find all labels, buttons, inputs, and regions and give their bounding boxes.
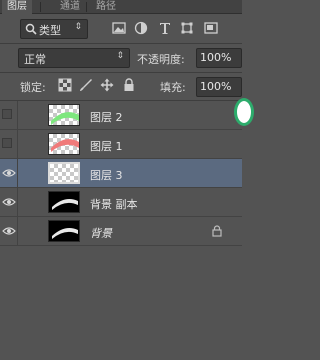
blend-mode-select[interactable]: 正常 ⇕ xyxy=(18,48,130,68)
row-divider xyxy=(0,72,242,73)
tab-channels[interactable]: 通道 xyxy=(56,0,84,14)
tab-divider xyxy=(40,2,41,12)
layer-lock-icon xyxy=(212,225,222,237)
fill-field[interactable]: 100% xyxy=(196,77,242,97)
floating-green-widget xyxy=(234,98,254,126)
layer-visibility-toggle[interactable] xyxy=(0,101,18,129)
smart-object-filter-icon[interactable] xyxy=(204,21,218,35)
visibility-off-box xyxy=(2,138,12,148)
eye-icon xyxy=(2,227,16,235)
layers-panel: 图层 通道 路径 类型 ⇕ 正常 ⇕ 不透明度: 100% 锁定: 填充: 10… xyxy=(0,0,254,360)
lock-label: 锁定: xyxy=(20,81,46,94)
lock-transparent-pixels-icon[interactable] xyxy=(58,78,72,92)
lock-position-icon[interactable] xyxy=(100,78,114,92)
eye-icon xyxy=(2,198,16,206)
layer-row[interactable]: 背景 副本 xyxy=(0,188,242,217)
image-filter-icon[interactable] xyxy=(112,21,126,35)
adjustment-filter-icon[interactable] xyxy=(134,21,148,35)
lock-image-pixels-icon[interactable] xyxy=(79,78,93,92)
layer-thumbnail xyxy=(48,133,80,155)
layer-thumbnail xyxy=(48,104,80,126)
layer-visibility-toggle[interactable] xyxy=(0,130,18,158)
blend-mode-value: 正常 xyxy=(24,53,46,66)
red-shape-thumbnail-art xyxy=(51,139,79,152)
layer-visibility-toggle[interactable] xyxy=(0,217,18,245)
layer-name: 图层 1 xyxy=(90,140,123,153)
lock-all-icon[interactable] xyxy=(122,78,136,92)
layer-thumbnail xyxy=(48,220,80,242)
layer-thumbnail xyxy=(48,191,80,213)
search-icon xyxy=(25,23,37,35)
chevron-updown-icon: ⇕ xyxy=(74,22,82,32)
visibility-off-box xyxy=(2,109,12,119)
eye-icon xyxy=(2,169,16,177)
layer-thumbnail xyxy=(48,162,80,184)
layer-name: 背景 副本 xyxy=(90,198,138,211)
tab-divider xyxy=(86,2,87,12)
layer-row-selected[interactable]: 图层 3 xyxy=(0,159,242,188)
panel-tab-bar: 图层 通道 路径 xyxy=(0,0,242,14)
layer-filter-kind-select[interactable]: 类型 ⇕ xyxy=(20,19,88,39)
white-shape-thumbnail-art xyxy=(52,199,78,210)
white-shape-thumbnail-art xyxy=(52,228,78,239)
tab-paths[interactable]: 路径 xyxy=(92,0,120,14)
layer-name: 图层 3 xyxy=(90,169,123,182)
type-filter-icon[interactable] xyxy=(158,21,172,35)
filter-kind-label: 类型 xyxy=(39,24,61,37)
layer-row[interactable]: 图层 2 xyxy=(0,101,242,130)
shape-filter-icon[interactable] xyxy=(180,21,194,35)
layers-list: 图层 2 图层 1 图层 3 背景 副本 背景 xyxy=(0,101,242,360)
layer-name: 背景 xyxy=(90,227,112,240)
layer-visibility-toggle[interactable] xyxy=(0,159,18,187)
chevron-updown-icon: ⇕ xyxy=(116,51,124,61)
layer-name: 图层 2 xyxy=(90,111,123,124)
layer-visibility-toggle[interactable] xyxy=(0,188,18,216)
tab-layers[interactable]: 图层 xyxy=(2,0,32,14)
layer-row[interactable]: 图层 1 xyxy=(0,130,242,159)
green-shape-thumbnail-art xyxy=(51,112,79,125)
opacity-field[interactable]: 100% xyxy=(196,48,242,68)
fill-label: 填充: xyxy=(160,81,186,94)
layer-row[interactable]: 背景 xyxy=(0,217,242,246)
opacity-label: 不透明度: xyxy=(137,53,185,66)
row-divider xyxy=(0,43,242,44)
